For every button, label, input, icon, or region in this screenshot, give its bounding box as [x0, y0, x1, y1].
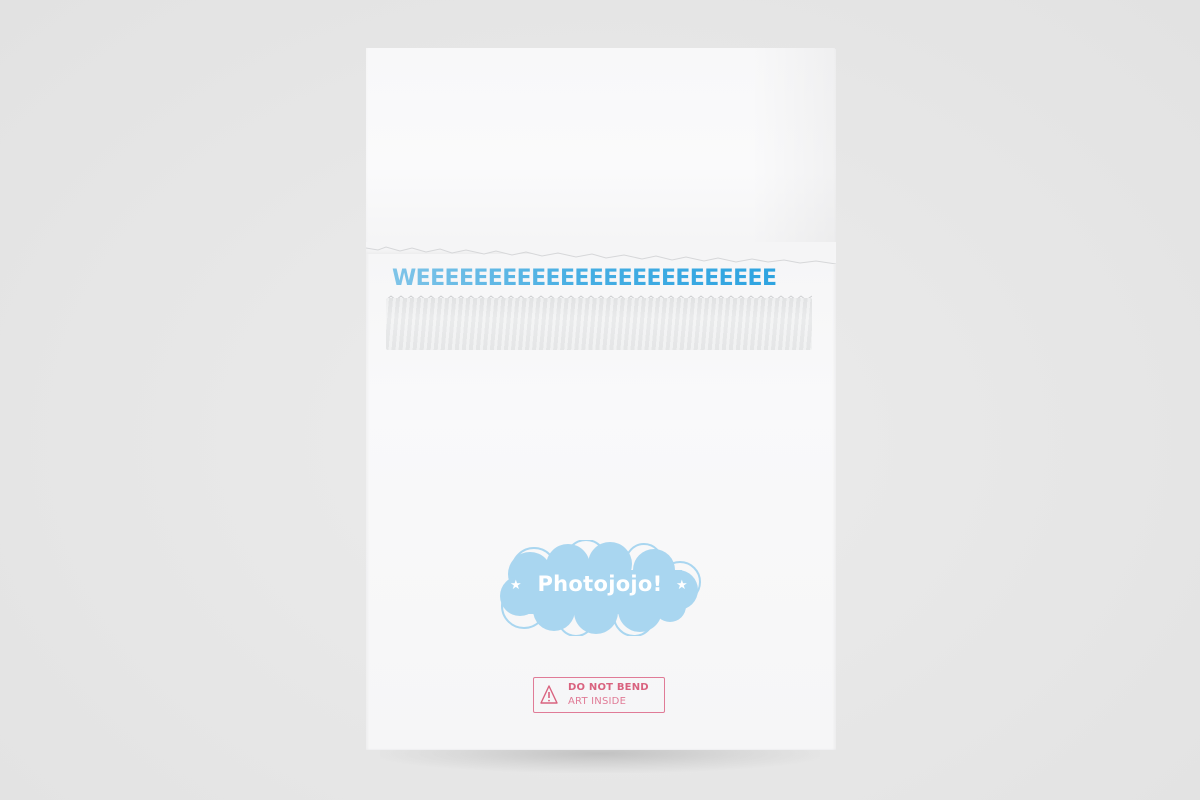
- warning-line-1: DO NOT BEND: [568, 682, 649, 693]
- flap-fold-shading: [750, 48, 836, 254]
- warning-triangle-icon: [540, 685, 558, 704]
- warning-line-2: ART INSIDE: [568, 696, 627, 707]
- torn-tear-strip: [366, 242, 836, 264]
- banner-text: WEEEEEEEEEEEEEEEEEEEEEEEEE: [392, 266, 812, 291]
- envelope-window: [386, 298, 812, 350]
- logo-text: Photojojo!: [537, 572, 663, 596]
